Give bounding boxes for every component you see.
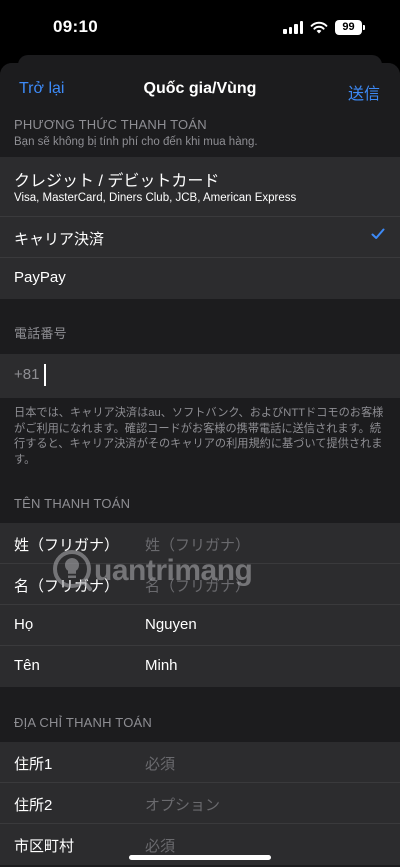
page-title: Quốc gia/Vùng bbox=[143, 80, 257, 97]
payment-method-header: PHƯƠNG THỨC THANH TOÁN bbox=[14, 117, 207, 132]
payment-method-list: クレジット / デビットカード Visa, MasterCard, Diners… bbox=[0, 157, 400, 299]
navigation-bar: Trở lại Quốc gia/Vùng 送信 bbox=[0, 63, 400, 117]
field-label: Họ bbox=[14, 616, 34, 633]
field-label: 住所2 bbox=[14, 797, 53, 814]
phone-group: +81 bbox=[0, 354, 400, 398]
field-placeholder: オプション bbox=[145, 797, 221, 814]
field-label: Tên bbox=[14, 657, 40, 674]
phone-input[interactable]: +81 bbox=[0, 354, 400, 398]
carrier-billing-note: 日本では、キャリア決済はau、ソフトバンク、およびNTTドコモのお客様がご利用に… bbox=[14, 407, 384, 466]
last-name-field[interactable]: Họ Nguyen bbox=[0, 605, 400, 646]
billing-address-group: 住所1 必須 住所2 オプション 市区町村 必須 bbox=[0, 742, 400, 865]
text-cursor bbox=[44, 364, 46, 386]
status-bar: 09:10 99 bbox=[0, 0, 400, 56]
form-content: PHƯƠNG THỨC THANH TOÁN Bạn sẽ không bị t… bbox=[0, 109, 400, 865]
status-time: 09:10 bbox=[53, 17, 98, 36]
field-placeholder: 必須 bbox=[145, 756, 176, 773]
billing-name-header: TÊN THANH TOÁN bbox=[14, 496, 131, 511]
checkmark-icon bbox=[371, 228, 385, 239]
address1-field[interactable]: 住所1 必須 bbox=[0, 742, 400, 783]
payment-option-paypay[interactable]: PayPay bbox=[0, 258, 400, 299]
phone-header: 電話番号 bbox=[14, 326, 67, 341]
status-icons: 99 bbox=[283, 19, 365, 35]
cellular-signal-icon bbox=[283, 20, 303, 34]
field-placeholder: 姓（フリガナ） bbox=[145, 537, 251, 554]
field-label: 市区町村 bbox=[14, 838, 75, 855]
field-label: 名（フリガナ） bbox=[14, 578, 120, 595]
battery-icon: 99 bbox=[335, 19, 365, 35]
address2-field[interactable]: 住所2 オプション bbox=[0, 783, 400, 824]
wifi-icon bbox=[310, 21, 328, 33]
payment-method-subtitle: Bạn sẽ không bị tính phí cho đến khi mua… bbox=[14, 136, 258, 148]
paypay-option-label: PayPay bbox=[14, 269, 66, 286]
card-option-title: クレジット / デビットカード bbox=[14, 173, 220, 190]
field-value: Nguyen bbox=[145, 616, 197, 633]
send-button[interactable]: 送信 bbox=[348, 80, 380, 104]
payment-option-carrier[interactable]: キャリア決済 bbox=[0, 217, 400, 258]
field-label: 住所1 bbox=[14, 756, 53, 773]
field-label: 姓（フリガナ） bbox=[14, 537, 120, 554]
card-option-brands: Visa, MasterCard, Diners Club, JCB, Amer… bbox=[14, 192, 297, 204]
field-placeholder: 必須 bbox=[145, 838, 176, 855]
phone-country-code: +81 bbox=[14, 366, 40, 383]
furigana-first-name-field[interactable]: 名（フリガナ） 名（フリガナ） bbox=[0, 564, 400, 605]
carrier-option-label: キャリア決済 bbox=[14, 231, 105, 248]
furigana-last-name-field[interactable]: 姓（フリガナ） 姓（フリガナ） bbox=[0, 523, 400, 564]
billing-name-group: 姓（フリガナ） 姓（フリガナ） 名（フリガナ） 名（フリガナ） Họ Nguye… bbox=[0, 523, 400, 687]
first-name-field[interactable]: Tên Minh bbox=[0, 646, 400, 687]
home-indicator[interactable] bbox=[129, 855, 271, 860]
payment-sheet: Trở lại Quốc gia/Vùng 送信 PHƯƠNG THỨC THA… bbox=[0, 63, 400, 867]
field-value: Minh bbox=[145, 657, 178, 674]
billing-address-header: ĐỊA CHỈ THANH TOÁN bbox=[14, 715, 152, 730]
field-placeholder: 名（フリガナ） bbox=[145, 578, 251, 595]
payment-option-card[interactable]: クレジット / デビットカード Visa, MasterCard, Diners… bbox=[0, 157, 400, 217]
